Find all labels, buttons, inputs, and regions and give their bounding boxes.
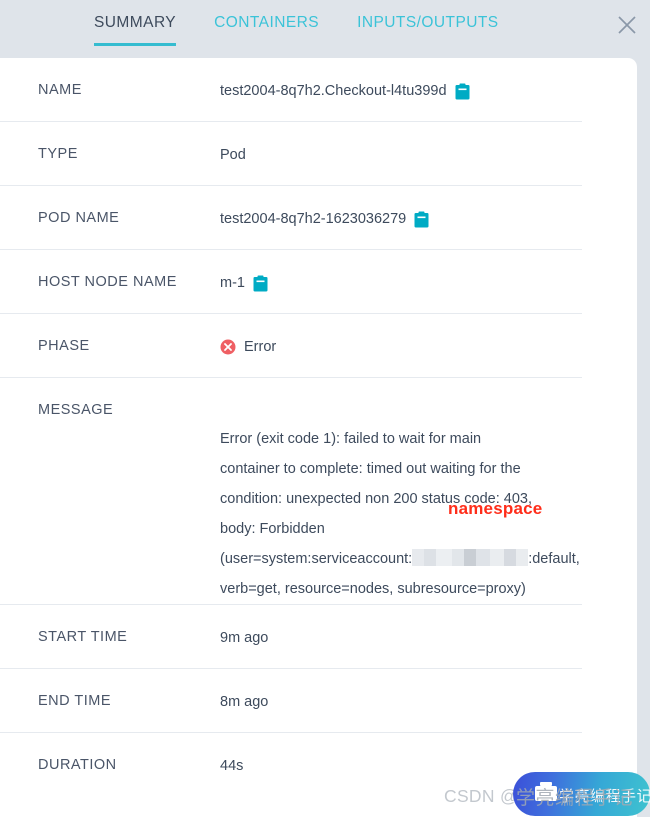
row-end-time-value-wrap: 8m ago	[220, 669, 582, 711]
row-host-node-name: HOST NODE NAME m-1	[0, 250, 582, 314]
row-phase-label: PHASE	[38, 338, 90, 354]
row-type-value-wrap: Pod	[220, 122, 582, 164]
row-phase-value-wrap: Error	[220, 314, 582, 356]
row-end-time: END TIME 8m ago	[0, 669, 582, 733]
status-badge: Error	[244, 339, 277, 355]
tab-inputs-outputs[interactable]: INPUTS/OUTPUTS	[357, 0, 499, 46]
row-name: NAME test2004-8q7h2.Checkout-l4tu399d	[0, 58, 582, 122]
tab-bar: SUMMARY CONTAINERS INPUTS/OUTPUTS	[0, 0, 650, 46]
tab-inputs-outputs-label: INPUTS/OUTPUTS	[357, 14, 499, 31]
close-button[interactable]	[612, 10, 642, 40]
message-line-5: (user=system:serviceaccount: :default,	[220, 544, 580, 574]
row-type-label: TYPE	[38, 146, 78, 162]
row-message: MESSAGE Error (exit code 1): failed to w…	[0, 378, 582, 605]
row-type-value: Pod	[220, 147, 246, 163]
row-message-value-wrap: Error (exit code 1): failed to wait for …	[220, 378, 582, 604]
row-type: TYPE Pod	[0, 122, 582, 186]
message-line-2: container to complete: timed out waiting…	[220, 461, 521, 477]
message-redacted-prefix: (user=system:serviceaccount:	[220, 551, 413, 567]
row-host-node-name-value-wrap: m-1	[220, 250, 582, 292]
row-start-time: START TIME 9m ago	[0, 605, 582, 669]
message-text: Error (exit code 1): failed to wait for …	[220, 402, 580, 604]
clipboard-icon[interactable]	[455, 83, 470, 100]
row-end-time-label: END TIME	[38, 693, 112, 709]
tab-list: SUMMARY CONTAINERS INPUTS/OUTPUTS	[94, 0, 499, 46]
row-phase: PHASE Error	[0, 314, 582, 378]
close-icon	[616, 14, 638, 36]
row-duration-value: 44s	[220, 758, 244, 774]
row-start-time-label: START TIME	[38, 629, 128, 645]
namespace-annotation: namespace	[448, 499, 543, 518]
clipboard-icon[interactable]	[253, 275, 268, 292]
message-line-6: verb=get, resource=nodes, subresource=pr…	[220, 581, 526, 597]
row-pod-name: POD NAME test2004-8q7h2-1623036279	[0, 186, 582, 250]
row-host-node-name-label: HOST NODE NAME	[38, 274, 177, 290]
error-circle-icon	[220, 339, 236, 355]
detail-rows: NAME test2004-8q7h2.Checkout-l4tu399d TY…	[0, 58, 637, 797]
tab-summary-label: SUMMARY	[94, 14, 177, 31]
redacted-block	[412, 549, 529, 566]
row-name-value: test2004-8q7h2.Checkout-l4tu399d	[220, 83, 447, 99]
row-duration: DURATION 44s	[0, 733, 582, 797]
clipboard-icon[interactable]	[414, 211, 429, 228]
row-pod-name-value: test2004-8q7h2-1623036279	[220, 211, 407, 227]
row-host-node-name-value: m-1	[220, 275, 245, 291]
row-start-time-value-wrap: 9m ago	[220, 605, 582, 647]
summary-panel: NAME test2004-8q7h2.Checkout-l4tu399d TY…	[0, 58, 637, 817]
row-duration-label: DURATION	[38, 757, 117, 773]
row-name-label: NAME	[38, 82, 82, 98]
row-pod-name-label: POD NAME	[38, 210, 120, 226]
row-message-label: MESSAGE	[38, 402, 114, 418]
tab-summary[interactable]: SUMMARY	[94, 0, 177, 46]
tab-containers[interactable]: CONTAINERS	[214, 0, 319, 46]
row-pod-name-value-wrap: test2004-8q7h2-1623036279	[220, 186, 582, 228]
message-redacted-suffix: :default,	[528, 551, 580, 567]
row-start-time-value: 9m ago	[220, 630, 269, 646]
tab-containers-label: CONTAINERS	[214, 14, 320, 31]
row-name-value-wrap: test2004-8q7h2.Checkout-l4tu399d	[220, 58, 582, 100]
row-end-time-value: 8m ago	[220, 694, 269, 710]
message-line-1: Error (exit code 1): failed to wait for …	[220, 431, 482, 447]
row-duration-value-wrap: 44s	[220, 733, 582, 775]
